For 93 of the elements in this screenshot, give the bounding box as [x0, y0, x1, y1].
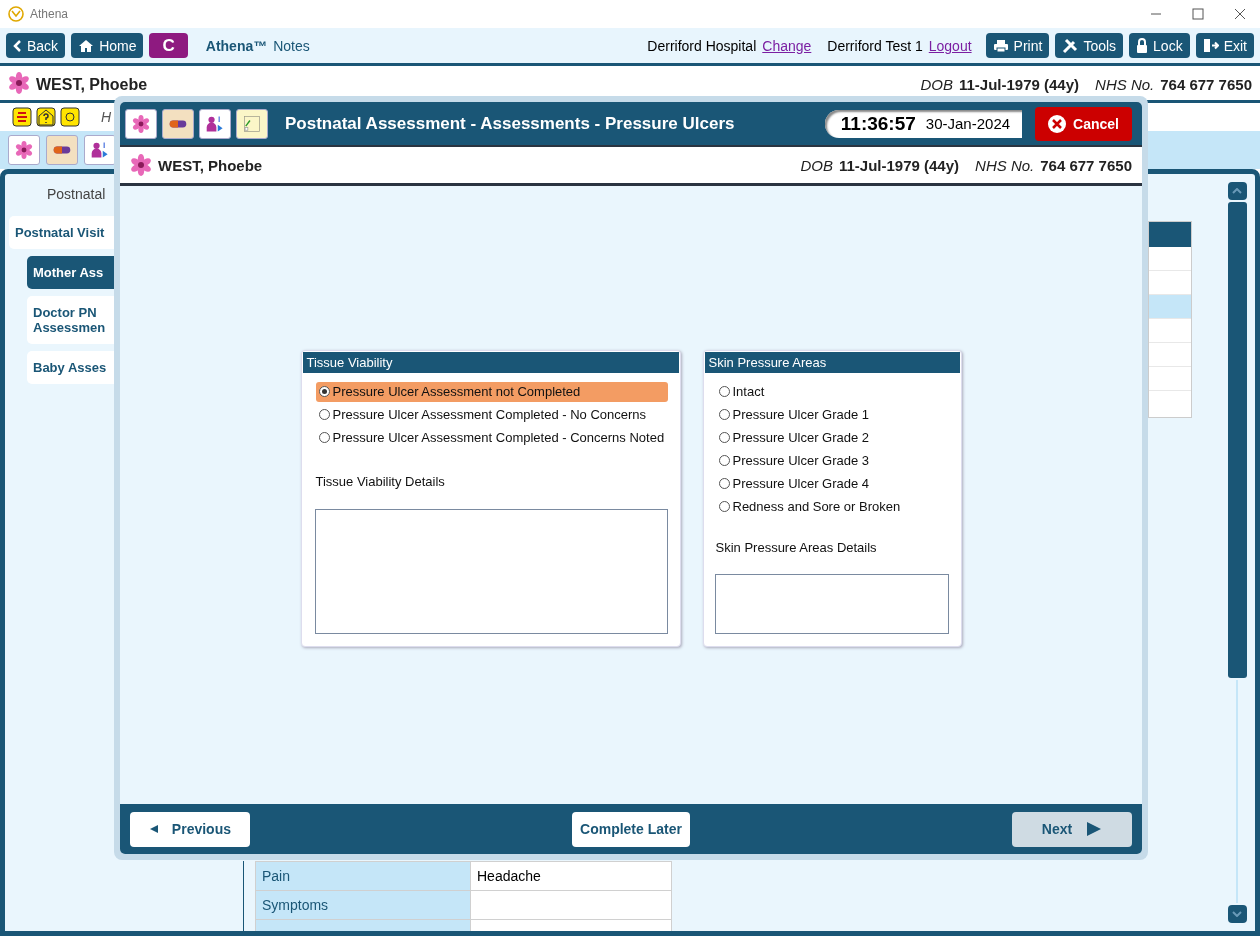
details-label: Skin Pressure Areas Details — [715, 539, 878, 555]
table-cell: Headache — [470, 861, 672, 891]
radio-option[interactable]: Pressure Ulcer Assessment Completed - No Concerns — [315, 404, 668, 425]
lock-icon — [1136, 38, 1149, 53]
dob-value: 11-Jul-1979 (44y) — [958, 75, 1080, 93]
dob-label: DOB — [800, 156, 833, 174]
header-text: H — [101, 109, 112, 125]
pill-icon — [53, 144, 71, 156]
tools-icon — [1062, 37, 1079, 54]
chevron-left-icon — [13, 38, 22, 53]
radio-option[interactable]: Pressure Ulcer Grade 1 — [715, 404, 949, 425]
sidebar-item[interactable]: Baby Asses — [27, 351, 114, 384]
close-icon[interactable] — [1234, 8, 1246, 20]
location-label: Derriford Hospital — [647, 37, 757, 54]
flower-icon — [130, 154, 152, 176]
radio-button[interactable] — [718, 455, 730, 466]
nhs-label: NHS No. — [975, 156, 1035, 174]
scroll-down-icon[interactable] — [1227, 905, 1247, 923]
app-name: Athena™ — [205, 37, 268, 54]
app-logo-icon — [8, 6, 24, 22]
person-button[interactable] — [84, 135, 116, 165]
flower-icon — [15, 139, 33, 161]
flower-button[interactable] — [125, 108, 157, 139]
app-section: Notes — [273, 37, 310, 54]
table-header — [1149, 222, 1191, 247]
radio-button[interactable] — [718, 386, 730, 397]
window-title: Athena — [30, 7, 69, 21]
app-button[interactable]: C — [149, 33, 188, 58]
radio-button[interactable] — [318, 386, 330, 397]
patient-name: WEST, Phoebe — [36, 75, 148, 93]
table-cell: Symptoms — [255, 890, 471, 920]
section-heading: Postnatal — [46, 186, 107, 202]
tools-button[interactable]: Tools — [1055, 33, 1124, 58]
exit-button[interactable]: Exit — [1195, 33, 1254, 58]
patient-name: WEST, Phoebe — [158, 156, 263, 174]
sidebar-item[interactable]: Mother Ass — [27, 256, 114, 289]
triangle-right-icon — [1086, 821, 1103, 837]
nhs-label: NHS No. — [1095, 75, 1155, 93]
flower-icon — [132, 112, 150, 135]
panel-title: Tissue Viability — [302, 351, 679, 373]
home-icon — [78, 38, 95, 53]
help-house-icon[interactable] — [36, 107, 56, 127]
user-label: Derriford Test 1 — [827, 37, 923, 54]
scroll-up-icon[interactable] — [1227, 182, 1247, 200]
previous-button[interactable]: Previous — [130, 811, 250, 847]
cancel-button[interactable]: Cancel — [1035, 106, 1132, 141]
person-button[interactable] — [199, 108, 231, 139]
dob-value: 11-Jul-1979 (44y) — [838, 156, 960, 174]
radio-option[interactable]: Intact — [715, 381, 949, 402]
exit-door-icon — [1202, 38, 1219, 53]
medication-button[interactable] — [162, 108, 194, 139]
radio-button[interactable] — [718, 501, 730, 512]
print-button[interactable]: Print — [985, 33, 1050, 58]
close-circle-icon — [1047, 113, 1068, 134]
sidebar-item[interactable]: Doctor PN Assessmen — [27, 296, 114, 344]
dialog-title: Postnatal Assessment - Assessments - Pressure Ulcers — [285, 113, 735, 134]
radio-button[interactable] — [718, 478, 730, 489]
details-label: Tissue Viability Details — [315, 473, 446, 489]
details-field[interactable] — [714, 573, 949, 634]
radio-option[interactable]: Pressure Ulcer Assessment Completed - Concerns Noted — [315, 427, 668, 448]
complete-later-button[interactable]: Complete Later — [572, 811, 690, 847]
nhs-number: 764 677 7650 — [1040, 156, 1132, 174]
dob-label: DOB — [920, 75, 953, 93]
radio-button[interactable] — [718, 409, 730, 420]
panel-title: Skin Pressure Areas — [704, 351, 960, 373]
flower-icon — [8, 72, 30, 94]
notepad-button[interactable] — [236, 108, 268, 139]
home-button[interactable]: Home — [71, 33, 144, 58]
hand-stop-icon[interactable] — [12, 107, 32, 127]
radio-option[interactable]: Pressure Ulcer Grade 3 — [715, 450, 949, 471]
flower-button[interactable] — [8, 135, 40, 165]
nhs-number: 764 677 7650 — [1160, 75, 1252, 93]
radio-option[interactable]: Pressure Ulcer Grade 2 — [715, 427, 949, 448]
lock-button[interactable]: Lock — [1129, 33, 1190, 58]
table-cell: Pain — [255, 861, 471, 891]
sun-icon[interactable] — [60, 107, 80, 127]
clock-time: 11:36:57 — [840, 112, 916, 135]
logout-link[interactable]: Logout — [928, 37, 972, 54]
radio-option[interactable]: Redness and Sore or Broken — [715, 496, 949, 517]
printer-icon — [992, 38, 1009, 53]
scrollbar-thumb[interactable] — [1227, 202, 1247, 678]
radio-option[interactable]: Pressure Ulcer Assessment not Completed — [315, 381, 668, 402]
maximize-icon[interactable] — [1192, 8, 1204, 20]
details-field[interactable] — [314, 508, 668, 634]
radio-button[interactable] — [318, 432, 330, 443]
radio-button[interactable] — [718, 432, 730, 443]
change-link[interactable]: Change — [762, 37, 812, 54]
radio-option[interactable]: Pressure Ulcer Grade 4 — [715, 473, 949, 494]
back-button[interactable]: Back — [6, 33, 66, 58]
sidebar-item[interactable]: Postnatal Visit — [9, 216, 114, 249]
clock-date: 30-Jan-2024 — [925, 115, 1011, 132]
medication-button[interactable] — [46, 135, 78, 165]
radio-button[interactable] — [318, 409, 330, 420]
